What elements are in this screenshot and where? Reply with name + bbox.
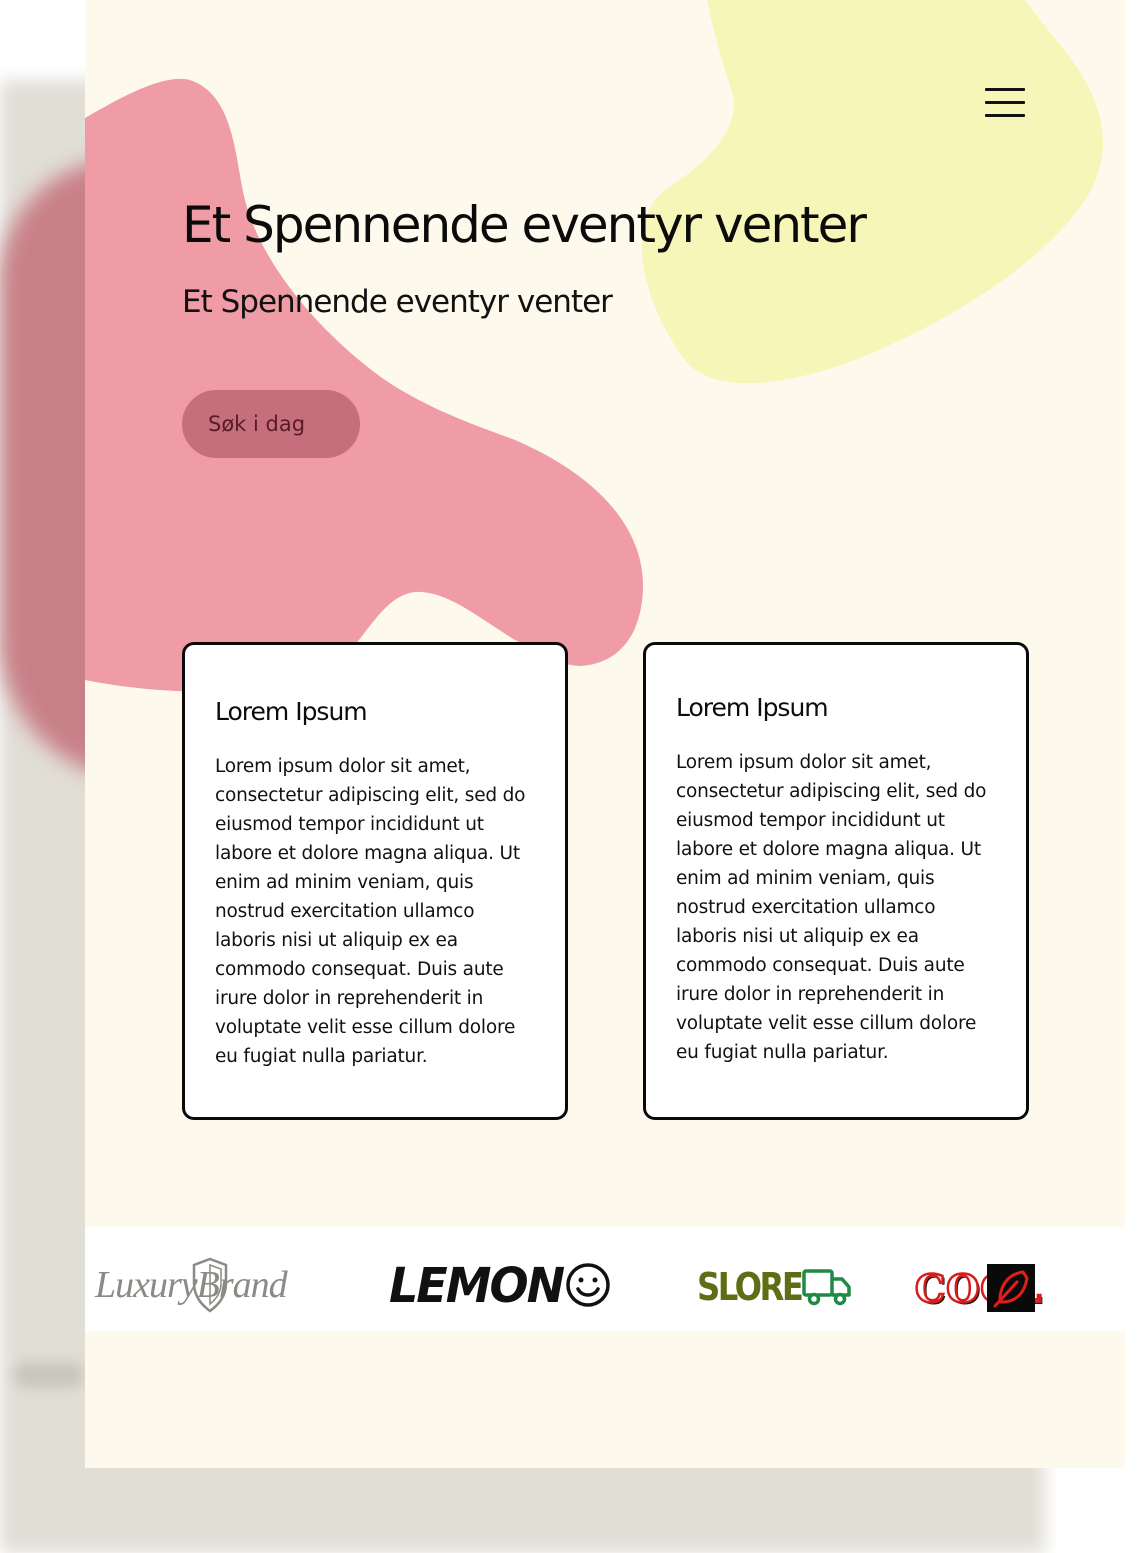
background-blurred-text [14,1362,84,1388]
truck-icon [802,1269,851,1306]
card-title: Lorem Ipsum [676,693,829,722]
card-body: Lorem ipsum dolor sit amet, consectetur … [215,756,526,1067]
info-card: Lorem Ipsum Lorem ipsum dolor sit amet, … [182,642,568,1120]
partner-logo-strip: LuxuryBrand LEMON SLORE COOL [85,1227,1125,1331]
hero-subtitle: Et Spennende eventyr venter [182,284,613,320]
info-card: Lorem Ipsum Lorem ipsum dolor sit amet, … [643,642,1029,1120]
card-title: Lorem Ipsum [215,697,368,726]
feather-icon [987,1264,1035,1312]
logo-slore: SLORE [697,1259,852,1315]
shield-icon [192,1257,228,1313]
card-body: Lorem ipsum dolor sit amet, consectetur … [676,752,987,1063]
smiley-icon [566,1263,610,1307]
logo-text: LEMON [389,1256,565,1314]
search-today-button[interactable]: Søk i dag [182,390,360,458]
yellow-blob [641,0,1103,384]
logo-luxurybrand: LuxuryBrand [95,1255,288,1315]
pink-blob [85,78,644,692]
landing-page: Et Spennende eventyr venter Et Spennende… [85,0,1125,1468]
hero-title: Et Spennende eventyr venter [182,196,867,254]
logo-lemon: LEMON [389,1255,611,1315]
hamburger-menu-icon[interactable] [985,88,1025,118]
logo-text: SLORE [697,1265,804,1309]
